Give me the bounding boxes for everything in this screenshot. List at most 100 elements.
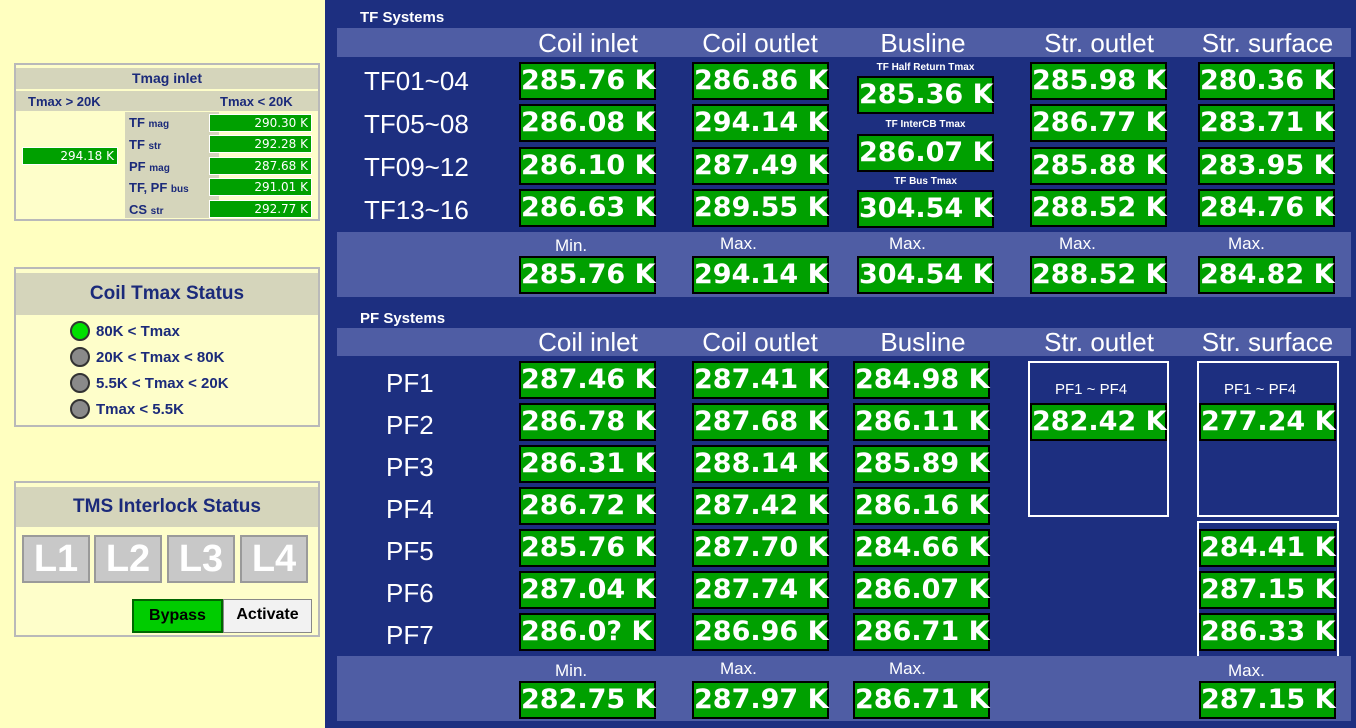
tf-row-label: TF09~12 [364, 152, 469, 182]
pf-summary-label: Min. [555, 661, 588, 680]
tf-summary-label: Max. [889, 234, 926, 253]
pf-coil-outlet-value: 287.42 K [692, 487, 829, 525]
pf-summary-value: 287.97 K [692, 681, 829, 719]
tf-str-value: 292.28 K [209, 135, 312, 153]
pf-coil-inlet-value: 286.72 K [519, 487, 656, 525]
tmag-right-header: Tmax < 20K [220, 94, 293, 109]
tf-summary-value: 294.14 K [692, 256, 829, 294]
coil-status-title: Coil Tmax Status [16, 273, 318, 315]
tf-busline-value: 285.36 K [857, 76, 994, 114]
tf-row-label: TF13~16 [364, 195, 469, 225]
pf-coil-outlet-value: 287.41 K [692, 361, 829, 399]
tmag-inlet-panel: Tmag inlet Tmax > 20K Tmax < 20K 294.18 … [14, 63, 320, 221]
tf-summary-value: 288.52 K [1030, 256, 1167, 294]
tf-busline-value: 286.07 K [857, 134, 994, 172]
pf-row-label: PF6 [386, 578, 434, 608]
pf-coil-inlet-value: 286.78 K [519, 403, 656, 441]
cs-str-label: CS str [129, 202, 164, 217]
cs-str-value: 292.77 K [209, 200, 312, 218]
bypass-button[interactable]: Bypass [132, 599, 223, 633]
tf-col-coil-outlet: Coil outlet [702, 28, 818, 58]
tf-row-label: TF05~08 [364, 109, 469, 139]
tf-mag-label: TF mag [129, 115, 170, 130]
pf-busline-value: 285.89 K [853, 445, 990, 483]
tf-str-outlet-value: 285.98 K [1030, 62, 1167, 100]
tf-str-outlet-value: 285.88 K [1030, 147, 1167, 185]
tf-str-surface-value: 280.36 K [1198, 62, 1335, 100]
pf-str-outlet-group-label: PF1 ~ PF4 [1055, 381, 1128, 398]
tf-col-coil-inlet: Coil inlet [538, 28, 638, 58]
tf-str-outlet-value: 288.52 K [1030, 189, 1167, 227]
pf-busline-value: 286.71 K [853, 613, 990, 651]
pf-str-outlet-value: 282.42 K [1030, 403, 1167, 441]
pf-coil-outlet-value: 287.68 K [692, 403, 829, 441]
status-indicator-icon [70, 321, 90, 341]
pf-col-coil-inlet: Coil inlet [538, 327, 638, 357]
pf-str-surface-value: 286.33 K [1199, 613, 1336, 651]
tmag-left-header: Tmax > 20K [28, 94, 101, 109]
status-text: 20K < Tmax < 80K [96, 349, 225, 366]
status-indicator-icon [70, 347, 90, 367]
pf-coil-outlet-value: 287.70 K [692, 529, 829, 567]
tf-busline-value: 304.54 K [857, 190, 994, 228]
tf-str-surface-value: 283.71 K [1198, 104, 1335, 142]
tmag-inlet-title: Tmag inlet [16, 68, 318, 89]
pf-summary-value: 282.75 K [519, 681, 656, 719]
tf-coil-inlet-value: 286.10 K [519, 147, 656, 185]
interlock-l4: L4 [240, 535, 308, 583]
interlock-l3: L3 [167, 535, 235, 583]
pf-str-surface-value: 277.24 K [1199, 403, 1336, 441]
pf-busline-value: 286.07 K [853, 571, 990, 609]
pf-mag-label: PF mag [129, 159, 170, 174]
interlock-l1: L1 [22, 535, 90, 583]
status-text: 80K < Tmax [96, 323, 180, 340]
tf-busline-sublabel: TF Bus Tmax [894, 176, 957, 187]
activate-button[interactable]: Activate [223, 599, 312, 633]
pf-mag-value: 287.68 K [209, 157, 312, 175]
tf-summary-value: 304.54 K [857, 256, 994, 294]
pf-coil-outlet-value: 288.14 K [692, 445, 829, 483]
tf-summary-label: Max. [1059, 234, 1096, 253]
pf-col-str-surface: Str. surface [1201, 327, 1334, 357]
coil-status-panel: Coil Tmax Status 80K < Tmax 20K < Tmax <… [14, 267, 320, 427]
tf-coil-inlet-value: 285.76 K [519, 62, 656, 100]
pf-coil-outlet-value: 287.74 K [692, 571, 829, 609]
pf-busline-value: 286.16 K [853, 487, 990, 525]
pf-coil-inlet-value: 286.31 K [519, 445, 656, 483]
tf-col-busline: Busline [880, 28, 966, 58]
pf-coil-inlet-value: 285.76 K [519, 529, 656, 567]
tf-coil-inlet-value: 286.08 K [519, 104, 656, 142]
pf-coil-inlet-value: 286.0? K [519, 613, 656, 651]
interlock-title: TMS Interlock Status [16, 487, 318, 527]
tf-coil-outlet-value: 294.14 K [692, 104, 829, 142]
pf-col-coil-outlet: Coil outlet [702, 327, 818, 357]
status-text: Tmax < 5.5K [96, 401, 184, 418]
pf-coil-inlet-value: 287.04 K [519, 571, 656, 609]
tf-str-outlet-value: 286.77 K [1030, 104, 1167, 142]
tf-summary-label: Max. [720, 234, 757, 253]
status-text: 5.5K < Tmax < 20K [96, 375, 229, 392]
tf-row-label: TF01~04 [364, 66, 469, 96]
tf-pf-bus-value: 291.01 K [209, 178, 312, 196]
tf-busline-sublabel: TF InterCB Tmax [885, 119, 966, 130]
pf-str-surface-group-label: PF1 ~ PF4 [1224, 381, 1297, 398]
pf-str-surface-value: 287.15 K [1199, 571, 1336, 609]
pf-summary-value: 287.15 K [1199, 681, 1336, 719]
pf-summary-value: 286.71 K [853, 681, 990, 719]
status-indicator-icon [70, 373, 90, 393]
tf-summary-value: 285.76 K [519, 256, 656, 294]
tf-coil-outlet-value: 286.86 K [692, 62, 829, 100]
tf-coil-inlet-value: 286.63 K [519, 189, 656, 227]
pf-coil-outlet-value: 286.96 K [692, 613, 829, 651]
tf-mag-value: 290.30 K [209, 114, 312, 132]
pf-busline-value: 286.11 K [853, 403, 990, 441]
pf-col-str-outlet: Str. outlet [1044, 327, 1154, 357]
tmag-left-value: 294.18 K [22, 147, 118, 165]
pf-busline-value: 284.66 K [853, 529, 990, 567]
tf-str-surface-value: 284.76 K [1198, 189, 1335, 227]
pf-coil-inlet-value: 287.46 K [519, 361, 656, 399]
tf-summary-value: 284.82 K [1198, 256, 1335, 294]
pf-row-label: PF4 [386, 494, 434, 524]
tf-busline-sublabel: TF Half Return Tmax [876, 62, 975, 73]
tf-summary-label: Min. [555, 236, 588, 255]
